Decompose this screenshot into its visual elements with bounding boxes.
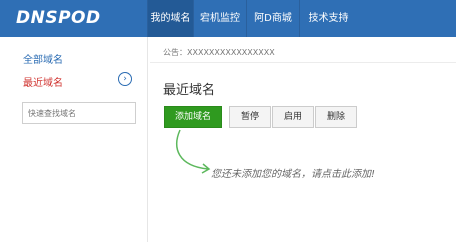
nav-downtime-monitor[interactable]: 宕机监控 [193,0,246,37]
notice-text: 公告：XXXXXXXXXXXXXXXX [163,48,275,57]
dnspod-logo[interactable]: DNSPOD [16,7,101,29]
sidebar: 全部域名 最近域名 › [0,37,148,242]
top-header: DNSPOD 我的域名 宕机监控 阿D商城 技术支持 [0,0,456,37]
delete-button[interactable]: 删除 [315,106,357,128]
sidebar-item-all-domains[interactable]: 全部域名 [23,51,63,66]
curved-arrow-icon [176,129,211,174]
main-nav: 我的域名 宕机监控 阿D商城 技术支持 [147,0,357,37]
nav-my-domains[interactable]: 我的域名 [147,0,193,37]
chevron-right-icon[interactable]: › [118,72,132,86]
add-domain-button[interactable]: 添加域名 [164,106,222,128]
empty-state-hint: 您还未添加您的域名，请点击此添加! [211,169,376,180]
pause-button[interactable]: 暂停 [229,106,271,128]
sidebar-item-recent-domains[interactable]: 最近域名 [23,74,63,89]
nav-shop[interactable]: 阿D商城 [246,0,299,37]
nav-support[interactable]: 技术支持 [299,0,357,37]
domain-search-input[interactable] [22,102,136,124]
enable-button[interactable]: 启用 [272,106,314,128]
divider [150,62,456,63]
page-title: 最近域名 [163,83,216,98]
